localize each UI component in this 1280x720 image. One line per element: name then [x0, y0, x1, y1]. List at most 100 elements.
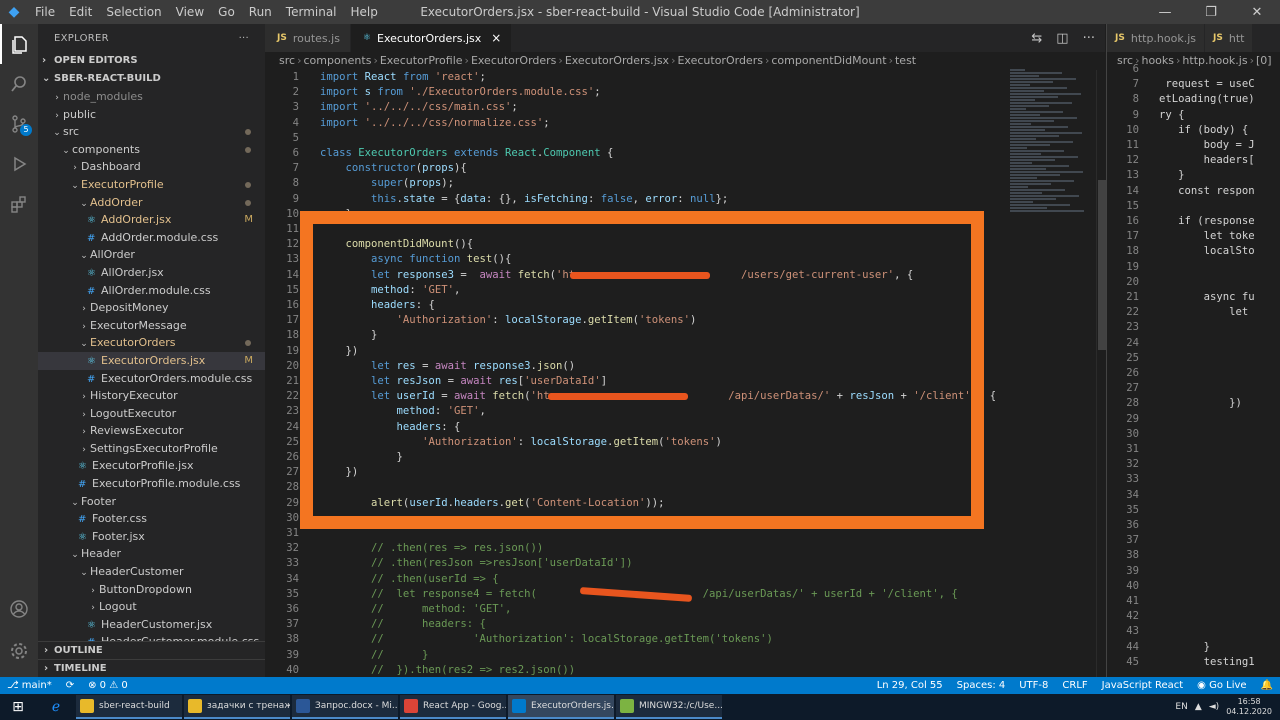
code-line[interactable]: 8 etLoading(true)	[1107, 92, 1280, 107]
folder-item[interactable]: › Dashboard	[38, 158, 265, 176]
code-line[interactable]: 13 }	[1107, 168, 1280, 183]
folder-item[interactable]: ⌄ Footer	[38, 493, 265, 511]
minimap[interactable]	[1010, 68, 1090, 218]
code-line[interactable]: 40 // }).then(res2 => res2.json())	[265, 663, 1105, 678]
search-icon[interactable]	[0, 64, 38, 104]
tray-arrow-icon[interactable]: ▲	[1195, 702, 1202, 712]
code-line[interactable]: 31	[1107, 442, 1280, 457]
code-line[interactable]: 1 import React from 'react';	[265, 70, 1105, 85]
code-line[interactable]: 26	[1107, 366, 1280, 381]
code-line[interactable]: 10 if (body) {	[1107, 123, 1280, 138]
code-line[interactable]: 36 // method: 'GET',	[265, 602, 1105, 617]
folder-item[interactable]: ⌄ Header	[38, 545, 265, 563]
menu-item-file[interactable]: File	[28, 0, 62, 24]
project-section[interactable]: ⌄ SBER-REACT-BUILD	[38, 70, 265, 88]
code-line[interactable]: 3 import '../../../css/main.css';	[265, 100, 1105, 115]
folder-item[interactable]: ⌄ ExecutorOrders	[38, 334, 265, 352]
code-line[interactable]: 35 // let response4 = fetch( /api/userDa…	[265, 587, 1105, 602]
code-line[interactable]: 25 'Authorization': localStorage.getItem…	[265, 435, 1105, 450]
code-line[interactable]: 41	[1107, 594, 1280, 609]
file-item[interactable]: # AllOrder.module.css	[38, 282, 265, 300]
breadcrumb-item[interactable]: componentDidMount	[771, 54, 886, 67]
notifications-icon[interactable]: 🔔	[1254, 680, 1280, 691]
file-item[interactable]: ⚛ ExecutorOrders.jsx M	[38, 351, 265, 370]
minimize-button[interactable]: —	[1142, 0, 1188, 24]
folder-item[interactable]: › ReviewsExecutor	[38, 422, 265, 440]
code-line[interactable]: 14 let response3 = await fetch('ht /user…	[265, 268, 1105, 283]
file-item[interactable]: ⚛ AddOrder.jsx M	[38, 211, 265, 229]
tab-routes[interactable]: JS routes.js	[265, 24, 351, 52]
breadcrumb-item[interactable]: test	[895, 54, 916, 67]
folder-item[interactable]: ⌄ src	[38, 123, 265, 141]
folder-item[interactable]: › node_modules	[38, 88, 265, 106]
code-line[interactable]: 6	[1107, 62, 1280, 77]
code-line[interactable]: 29 alert(userId.headers.get('Content-Loc…	[265, 496, 1105, 511]
code-line[interactable]: 40	[1107, 579, 1280, 594]
code-line[interactable]: 39 // }	[265, 648, 1105, 663]
folder-item[interactable]: › ExecutorMessage	[38, 317, 265, 335]
code-line[interactable]: 9 this.state = {data: {}, isFetching: fa…	[265, 192, 1105, 207]
file-item[interactable]: # ExecutorOrders.module.css	[38, 370, 265, 388]
folder-item[interactable]: › LogoutExecutor	[38, 405, 265, 423]
menu-item-view[interactable]: View	[169, 0, 211, 24]
breadcrumb-item[interactable]: ExecutorProfile	[380, 54, 463, 67]
go-live-button[interactable]: ◉ Go Live	[1190, 680, 1253, 691]
folder-item[interactable]: ⌄ ExecutorProfile	[38, 176, 265, 194]
files-icon[interactable]	[0, 24, 38, 64]
volume-icon[interactable]: ◄)	[1209, 702, 1219, 712]
code-line[interactable]: 28	[265, 480, 1105, 495]
code-line[interactable]: 6 class ExecutorOrders extends React.Comp…	[265, 146, 1105, 161]
folder-item[interactable]: › Logout	[38, 598, 265, 616]
file-item[interactable]: # ExecutorProfile.module.css	[38, 475, 265, 493]
code-line[interactable]: 13 async function test(){	[265, 252, 1105, 267]
code-line[interactable]: 32 // .then(res => res.json())	[265, 541, 1105, 556]
indentation[interactable]: Spaces: 4	[950, 680, 1013, 691]
tab-http-hook-2[interactable]: JS htt	[1205, 24, 1254, 52]
account-icon[interactable]	[0, 589, 38, 629]
folder-item[interactable]: › public	[38, 106, 265, 124]
code-area[interactable]: 1 import React from 'react'; 2 import s fro…	[265, 70, 1105, 677]
code-line[interactable]: 21 let resJson = await res['userDataId']	[265, 374, 1105, 389]
code-line[interactable]: 38	[1107, 548, 1280, 563]
file-item[interactable]: ⚛ AllOrder.jsx	[38, 264, 265, 282]
code-line[interactable]: 32	[1107, 457, 1280, 472]
tab-http-hook[interactable]: JS http.hook.js	[1107, 24, 1206, 52]
code-line[interactable]: 18 }	[265, 328, 1105, 343]
code-line[interactable]: 37	[1107, 533, 1280, 548]
code-line[interactable]: 2 import s from './ExecutorOrders.module.…	[265, 85, 1105, 100]
clock[interactable]: 16:58 04.12.2020	[1226, 697, 1272, 717]
tab-executor-orders[interactable]: ⚛ ExecutorOrders.jsx ×	[350, 24, 513, 52]
taskbar-button[interactable]: ExecutorOrders.js...	[508, 695, 614, 719]
restore-button[interactable]: ❐	[1188, 0, 1234, 24]
code-line[interactable]: 18 localSto	[1107, 244, 1280, 259]
code-line[interactable]: 17 'Authorization': localStorage.getItem…	[265, 313, 1105, 328]
code-line[interactable]: 34	[1107, 488, 1280, 503]
code-line[interactable]: 19	[1107, 260, 1280, 275]
encoding[interactable]: UTF-8	[1012, 680, 1055, 691]
menu-item-run[interactable]: Run	[242, 0, 279, 24]
code-line[interactable]: 43	[1107, 624, 1280, 639]
code-line[interactable]: 20	[1107, 275, 1280, 290]
code-line[interactable]: 15 method: 'GET',	[265, 283, 1105, 298]
code-line[interactable]: 20 let res = await response3.json()	[265, 359, 1105, 374]
code-line[interactable]: 23	[1107, 320, 1280, 335]
file-item[interactable]: ⚛ HeaderCustomer.jsx	[38, 616, 265, 634]
code-line[interactable]: 38 // 'Authorization': localStorage.getI…	[265, 632, 1105, 647]
code-line[interactable]: 34 // .then(userId => {	[265, 572, 1105, 587]
source-control-icon[interactable]: 5	[0, 104, 38, 144]
split-editor-icon[interactable]: ◫	[1056, 31, 1068, 46]
code-line[interactable]: 16 headers: {	[265, 298, 1105, 313]
code-line[interactable]: 33 // .then(resJson =>resJson['userDataI…	[265, 556, 1105, 571]
code-line[interactable]: 36	[1107, 518, 1280, 533]
code-line[interactable]: 14 const respon	[1107, 184, 1280, 199]
code-line[interactable]: 45 testing1	[1107, 655, 1280, 670]
code-line[interactable]: 29	[1107, 412, 1280, 427]
code-line[interactable]: 44 }	[1107, 640, 1280, 655]
cursor-position[interactable]: Ln 29, Col 55	[870, 680, 950, 691]
menu-item-edit[interactable]: Edit	[62, 0, 99, 24]
close-window-button[interactable]: ✕	[1234, 0, 1280, 24]
timeline-section[interactable]: › TIMELINE	[38, 659, 265, 676]
extensions-icon[interactable]	[0, 184, 38, 224]
outline-section[interactable]: › OUTLINE	[38, 641, 265, 658]
code-line[interactable]: 9 ry {	[1107, 108, 1280, 123]
